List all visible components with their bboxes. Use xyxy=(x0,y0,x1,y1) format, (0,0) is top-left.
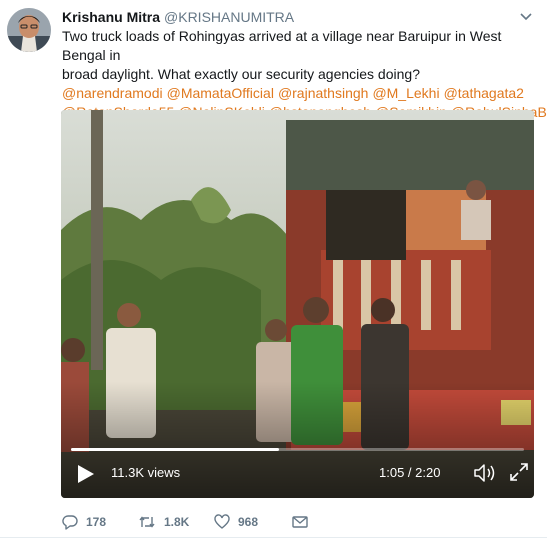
tweet-text-line: broad daylight. What exactly our securit… xyxy=(62,66,420,82)
fullscreen-icon[interactable] xyxy=(509,462,529,482)
author-handle[interactable]: @KRISHANUMITRA xyxy=(164,9,294,25)
tweet-header: Krishanu Mitra @KRISHANUMITRA xyxy=(62,7,533,27)
time-display: 1:05 / 2:20 xyxy=(379,465,441,480)
heart-icon xyxy=(214,514,230,529)
video-controls: 11.3K views 1:05 / 2:20 xyxy=(61,450,534,498)
reply-button[interactable]: 178 xyxy=(62,511,106,533)
mention-link[interactable]: @narendramodi xyxy=(62,85,163,101)
divider xyxy=(0,537,547,538)
mention-link[interactable]: @M_Lekhi xyxy=(372,85,439,101)
retweet-button[interactable]: 1.8K xyxy=(138,511,189,533)
chevron-down-icon[interactable] xyxy=(519,11,533,23)
mention-link[interactable]: @tathagata2 xyxy=(444,85,524,101)
avatar[interactable] xyxy=(7,8,51,52)
like-button[interactable]: 968 xyxy=(214,511,258,533)
author-name[interactable]: Krishanu Mitra xyxy=(62,9,160,25)
video-frame xyxy=(61,110,534,498)
retweet-count: 1.8K xyxy=(164,515,190,529)
tweet-actions: 178 1.8K 968 xyxy=(62,511,362,533)
reply-icon xyxy=(62,515,78,530)
tweet-text: Two truck loads of Rohingyas arrived at … xyxy=(62,27,547,122)
tweet-text-line: Two truck loads of Rohingyas arrived at … xyxy=(62,28,502,63)
mention-link[interactable]: @rajnathsingh xyxy=(278,85,369,101)
retweet-icon xyxy=(139,516,155,528)
view-count: 11.3K views xyxy=(111,465,181,480)
direct-message-button[interactable] xyxy=(292,511,316,533)
play-icon[interactable] xyxy=(77,464,95,484)
reply-count: 178 xyxy=(86,515,107,529)
volume-icon[interactable] xyxy=(473,462,497,484)
tweet-card: Krishanu Mitra @KRISHANUMITRA Two truck l… xyxy=(0,0,547,539)
video-player[interactable]: 11.3K views 1:05 / 2:20 xyxy=(61,110,534,498)
mentions-line: @narendramodi @MamataOfficial @rajnathsing… xyxy=(62,84,540,103)
like-count: 968 xyxy=(238,515,259,529)
mention-link[interactable]: @MamataOfficial xyxy=(167,85,274,101)
envelope-icon xyxy=(292,516,308,528)
